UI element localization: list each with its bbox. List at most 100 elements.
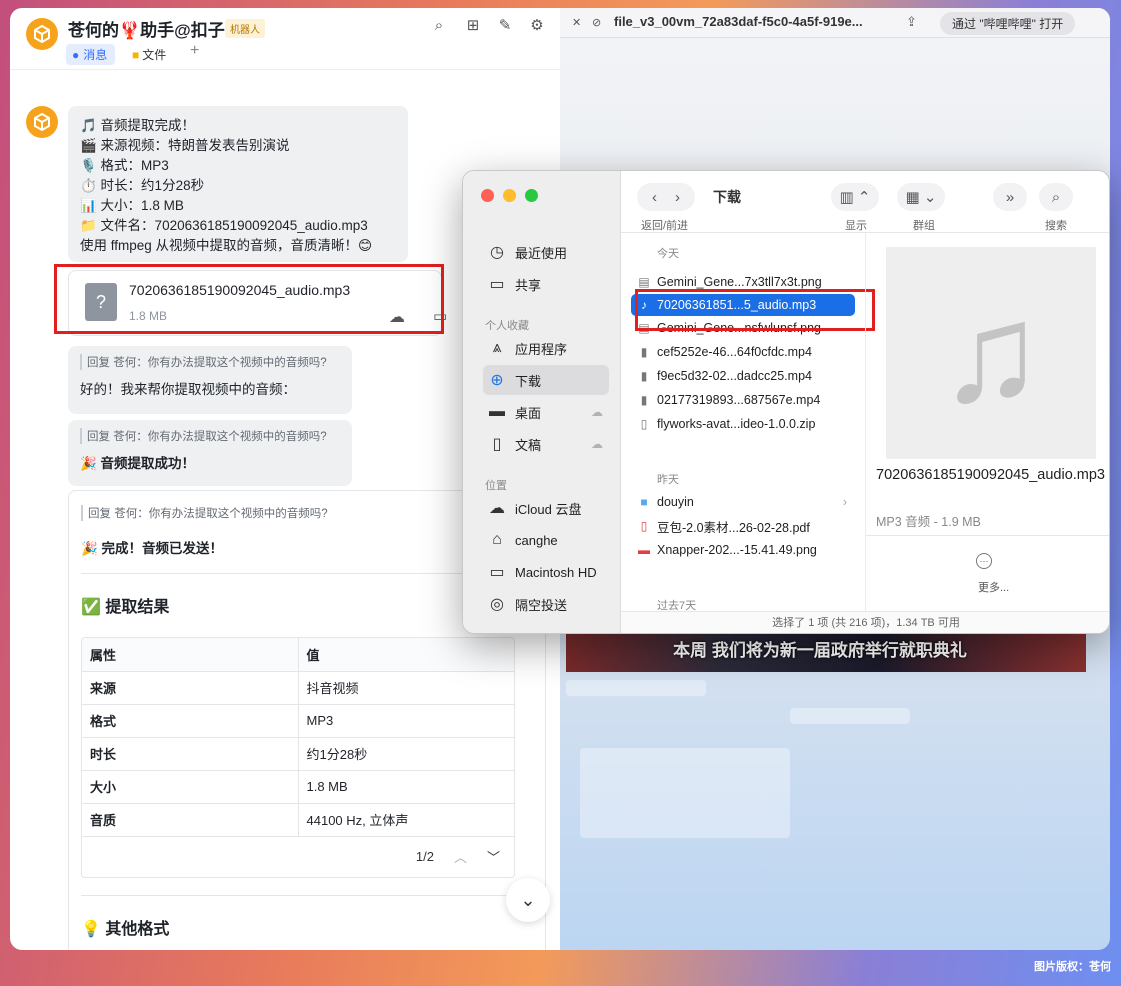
folder-row[interactable]: ■ douyin › [631,491,855,513]
tab-messages-label: 消息 [83,48,108,62]
open-in-bilibili-button[interactable]: 通过 "哔哩哔哩" 打开 [940,12,1076,35]
stop-icon[interactable]: ⊘ [592,16,601,29]
highlight-box [54,264,444,334]
group-button[interactable]: ▦ ⌄ [897,183,945,211]
result-heading: ✅ 提取结果 [81,599,170,616]
sidebar-item-documents[interactable]: ▯ 文稿 ☁ [483,429,609,459]
more-icon[interactable]: ··· [976,553,992,569]
sidebar-item-macintosh-hd[interactable]: ▭ Macintosh HD [483,557,609,587]
table-cell: 抖音视频 [298,671,514,705]
chevron-up-icon[interactable]: ︿ [454,847,467,866]
message-line: 🎵 音频提取完成！ [80,118,196,133]
message-line: ⏱️ 时长：约1分28秒 [80,178,205,193]
finder-sidebar: ◷ 最近使用 ▭ 共享 个人收藏 ⩓ 应用程序 ⊕ 下载 ▬ 桌面 ☁ ▯ 文稿… [463,171,621,633]
reply-quote: 回复 苍何：你有办法提取这个视频中的音频吗? [80,428,340,444]
message-line: 🎬 来源视频：特朗普发表告别演说 [80,138,290,153]
chevron-left-icon[interactable]: ‹ [652,189,657,206]
search-icon: ⌕ [1051,188,1061,206]
file-row[interactable]: ▮ 02177319893...687567e.mp4 [631,389,855,411]
result-table: 属性 值 来源 抖音视频 格式 MP3 时长 约1分28秒 大小 1.8 MB … [81,637,515,878]
apps-icon: ⩓ [492,339,502,356]
tab-files-label: 文件 [142,48,167,62]
message-line: 📁 文件名：7020636185190092045_audio.mp3 [80,218,368,233]
sidebar-item-shared[interactable]: ▭ 共享 [483,269,609,299]
pdf-file-icon: ▯ [640,519,648,533]
airdrop-icon: ◎ [490,596,504,613]
back-forward-buttons[interactable]: ‹ › [637,183,695,211]
file-row-name: cef5252e-46...64f0cfdc.mp4 [657,345,812,359]
zoom-window-button[interactable] [525,189,538,202]
group-label: 群组 [913,220,935,232]
sidebar-item-desktop[interactable]: ▬ 桌面 ☁ [483,397,609,427]
file-row[interactable]: ▮ cef5252e-46...64f0cfdc.mp4 [631,341,855,363]
table-cell: 时长 [82,737,299,771]
file-row[interactable]: ▮ f9ec5d32-02...dadcc25.mp4 [631,365,855,387]
more-label[interactable]: 更多... [978,579,1009,595]
sidebar-item-icloud[interactable]: ☁ iCloud 云盘 [483,493,609,523]
file-row[interactable]: ▯ flyworks-avat...ideo-1.0.0.zip [631,413,855,435]
add-tab-button[interactable]: + [190,42,199,60]
tab-messages[interactable]: ● 消息 [66,44,116,65]
minimize-window-button[interactable] [503,189,516,202]
file-row[interactable]: ▬ Xnapper-202...-15.41.49.png [631,539,855,561]
other-formats-heading: 💡 其他格式 [81,921,170,938]
sidebar-item-applications[interactable]: ⩓ 应用程序 [483,333,609,363]
scroll-down-button[interactable]: ⌄ [506,878,550,922]
share-icon[interactable]: ⇪ [906,14,917,30]
browser-titlebar: ✕ ⊘ file_v3_00vm_72a83daf-f5c0-4a5f-919e… [560,8,1110,38]
cube-icon [34,112,50,132]
gear-icon[interactable]: ⚙ [528,17,546,35]
message-line: 使用 ffmpeg 从视频中提取的音频，音质清晰！😊 [80,238,373,253]
shared-folder-icon: ▭ [489,276,505,293]
finder-toolbar: ‹ › 返回/前进 下载 ▥ ⌃ 显示 ▦ ⌄ 群组 » ⌕ 搜索 [621,171,1109,233]
sidebar-item-downloads[interactable]: ⊕ 下载 [483,365,609,395]
folder-icon: ■ [132,47,140,62]
table-header: 属性 [82,638,299,672]
bot-avatar[interactable] [26,106,58,138]
table-row: 大小 1.8 MB [82,770,514,804]
file-row-name: Xnapper-202...-15.41.49.png [657,543,817,557]
tab-files[interactable]: ■ 文件 [132,46,166,63]
sidebar-item-label: 共享 [515,277,542,293]
blurred-content [580,748,790,838]
table-row: 来源 抖音视频 [82,671,514,705]
zip-file-icon: ▯ [640,417,648,431]
table-row: 格式 MP3 [82,704,514,738]
chat-title: 苍何的🦞助手@扣子 [68,21,225,40]
view-button[interactable]: ▥ ⌃ [831,183,879,211]
sidebar-item-recents[interactable]: ◷ 最近使用 [483,237,609,267]
edit-icon[interactable]: ✎ [496,17,514,35]
columns-view-icon: ▥ ⌃ [839,189,871,206]
close-icon[interactable]: ✕ [572,16,581,29]
chevron-right-icon[interactable]: › [675,189,680,206]
sidebar-item-label: 下载 [515,373,542,389]
add-chat-icon[interactable]: ⊞ [464,17,482,35]
search-icon[interactable]: ⌕ [430,17,448,35]
more-toolbar-button[interactable]: » [993,183,1027,211]
group-header-yesterday: 昨天 [657,474,679,486]
reply-text: 好的！我来帮你提取视频中的音频： [80,382,296,397]
table-cell: 44100 Hz, 立体声 [298,803,514,837]
table-cell: MP3 [298,704,514,738]
chevron-down-icon[interactable]: ﹀ [487,847,500,866]
folder-title: 下载 [713,189,741,205]
table-cell: 格式 [82,704,299,738]
file-row-name: f9ec5d32-02...dadcc25.mp4 [657,369,812,383]
search-button[interactable]: ⌕ [1039,183,1073,211]
preview-file-name: 7020636185190092045_audio.mp3 [876,467,1105,483]
table-cell: 来源 [82,671,299,705]
file-row-name: 02177319893...687567e.mp4 [657,393,821,407]
cloud-icon: ☁ [489,500,505,517]
table-cell: 音质 [82,803,299,837]
preview-file-meta: MP3 音频 - 1.9 MB [876,515,981,529]
file-row[interactable]: ▯ 豆包-2.0素材...26-02-28.pdf [631,515,855,537]
sidebar-item-home[interactable]: ⌂ canghe [483,525,609,555]
close-window-button[interactable] [481,189,494,202]
desktop-icon: ▬ [489,403,505,420]
bot-avatar[interactable] [26,18,58,50]
table-cell: 1.8 MB [298,770,514,804]
table-cell: 约1分28秒 [298,737,514,771]
sidebar-item-airdrop[interactable]: ◎ 隔空投送 [483,589,609,619]
status-bar: 选择了 1 项 (共 216 项)，1.34 TB 可用 [621,611,1109,633]
table-row: 时长 约1分28秒 [82,737,514,771]
